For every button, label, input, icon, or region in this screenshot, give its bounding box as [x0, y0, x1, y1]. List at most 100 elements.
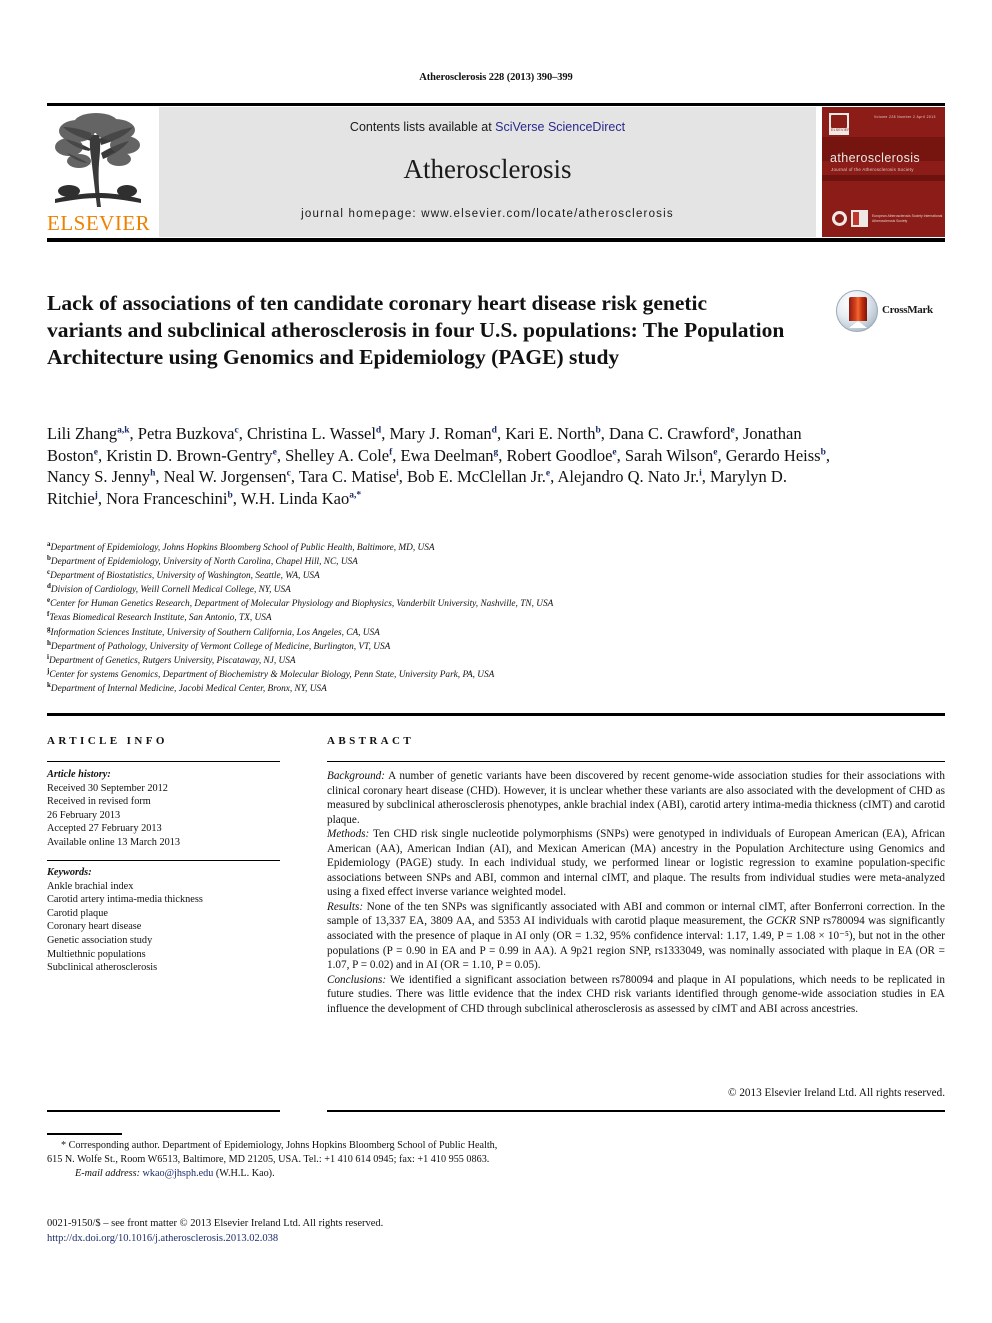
affiliation-text: Department of Biostatistics, University …: [50, 571, 320, 582]
affiliation-text: Department of Pathology, University of V…: [50, 641, 391, 652]
affiliation-list: aDepartment of Epidemiology, Johns Hopki…: [47, 540, 927, 696]
article-history-line: 26 February 2013: [47, 809, 121, 821]
keyword-item: Carotid artery intima-media thickness: [47, 894, 203, 906]
author-affiliation-marker: c: [286, 468, 291, 479]
cover-society-label: European Atherosclerosis Society Interna…: [872, 214, 943, 224]
article-info-rule: [47, 761, 280, 762]
abstract-paragraph-results: Results: None of the ten SNPs was signif…: [327, 900, 945, 973]
elsevier-logo: ELSEVIER: [47, 107, 150, 237]
author-affiliation-marker: b: [595, 425, 601, 436]
author-affiliation-marker: c: [234, 425, 239, 436]
corresponding-author-note: * Corresponding author. Department of Ep…: [47, 1139, 507, 1182]
author-name: Ewa Deelman: [400, 445, 494, 465]
author-name: Sarah Wilson: [624, 445, 714, 465]
author-name: Gerardo Heiss: [725, 445, 821, 465]
cover-volume-line: Volume 228 Number 2 April 2013: [874, 115, 936, 119]
crossmark-badge[interactable]: CrossMark: [836, 290, 933, 332]
author-affiliation-marker: e: [612, 447, 617, 458]
journal-title: Atherosclerosis: [403, 154, 572, 184]
affiliation-text: Department of Epidemiology, Johns Hopkin…: [50, 543, 435, 553]
affiliation-item: bDepartment of Epidemiology, University …: [47, 555, 927, 569]
article-history-line: Available online 13 March 2013: [47, 836, 181, 848]
author-affiliation-marker: e: [730, 425, 735, 436]
keyword-item: Multiethnic populations: [47, 948, 146, 960]
keywords-label: Keywords:: [47, 867, 92, 878]
author-name: Mary J. Roman: [389, 424, 492, 443]
affiliation-item: aDepartment of Epidemiology, Johns Hopki…: [47, 540, 927, 555]
keyword-items: Ankle brachial index Carotid artery intim…: [47, 880, 297, 975]
author-affiliation-marker: b: [227, 490, 233, 501]
author-affiliation-marker: d: [491, 425, 497, 436]
affiliation-item: fTexas Biomedical Research Institute, Sa…: [47, 611, 927, 625]
email-address-link[interactable]: wkao@jhsph.edu: [143, 1168, 214, 1179]
affiliation-text: Department of Internal Medicine, Jacobi …: [50, 683, 327, 694]
affiliation-item: jCenter for systems Genomics, Department…: [47, 667, 927, 682]
author-name: Lili Zhang: [47, 424, 118, 443]
affiliation-text: Center for Human Genetics Research, Depa…: [50, 599, 554, 610]
author-name: Petra Buzkova: [137, 424, 235, 443]
affiliation-item: kDepartment of Internal Medicine, Jacobi…: [47, 681, 927, 696]
keyword-item: Carotid plaque: [47, 907, 108, 919]
email-address-label: E-mail address:: [75, 1168, 140, 1180]
journal-cover-thumbnail: ELSEVIER Volume 228 Number 2 April 2013 …: [822, 107, 945, 237]
affiliation-text: Center for systems Genomics, Department …: [49, 669, 495, 680]
cover-journal-title: atherosclerosis: [830, 151, 921, 165]
author-affiliation-marker: e: [272, 447, 277, 458]
author-list: Lili Zhanga,k, Petra Buzkovac, Christina…: [47, 424, 830, 508]
abstract-paragraph-background: Background: A number of genetic variants…: [327, 769, 945, 827]
author-name: Dana C. Crawford: [609, 424, 731, 443]
affiliation-text: Information Sciences Institute, Universi…: [50, 627, 380, 638]
conclusions-text: We identified a significant association …: [327, 973, 945, 1015]
keyword-item: Genetic association study: [47, 934, 153, 946]
sciencedirect-link[interactable]: SciVerse ScienceDirect: [495, 120, 625, 134]
background-text: A number of genetic variants have been d…: [327, 770, 945, 826]
methods-text: Ten CHD risk single nucleotide polymorph…: [327, 828, 945, 899]
affiliation-item: gInformation Sciences Institute, Univers…: [47, 625, 927, 640]
author-name: Bob E. McClellan Jr.: [407, 467, 546, 487]
abstract-body: Background: A number of genetic variants…: [327, 769, 945, 1016]
keyword-item: Ankle brachial index: [47, 880, 134, 892]
background-label: Background:: [327, 770, 385, 782]
abstract-rule: [327, 761, 945, 762]
cover-society-badge-icon: [832, 211, 847, 226]
author-affiliation-marker: e: [545, 468, 551, 479]
affiliation-item: iDepartment of Genetics, Rutgers Univers…: [47, 653, 927, 668]
results-gene-name: GCKR: [766, 915, 796, 928]
elsevier-wordmark: ELSEVIER: [47, 211, 151, 235]
keywords-block: Keywords: Ankle brachial index Carotid ar…: [47, 866, 297, 975]
author-affiliation-marker: j: [94, 490, 98, 501]
article-info-header: ARTICLE INFO: [47, 735, 168, 747]
author-name: Kristin D. Brown-Gentry: [106, 445, 273, 465]
author-affiliation-marker: a,k: [117, 425, 130, 436]
author-name: Shelley A. Cole: [285, 445, 390, 465]
article-history-line: Received in revised form: [47, 796, 151, 808]
article-history-line: Accepted 27 February 2013: [47, 823, 162, 835]
elsevier-tree-icon: [49, 111, 147, 211]
keywords-rule: [47, 860, 280, 861]
affiliation-item: cDepartment of Biostatistics, University…: [47, 569, 927, 583]
crossmark-circle-icon: [836, 290, 878, 332]
affiliation-item: hDepartment of Pathology, University of …: [47, 639, 927, 654]
author-affiliation-marker: f: [389, 447, 393, 458]
crossmark-label: CrossMark: [882, 304, 933, 316]
affiliation-item: eCenter for Human Genetics Research, Dep…: [47, 597, 927, 611]
journal-homepage-link[interactable]: journal homepage: www.elsevier.com/locat…: [159, 208, 816, 220]
doi-link[interactable]: http://dx.doi.org/10.1016/j.atherosclero…: [47, 1232, 607, 1247]
article-history-lines: Received 30 September 2012 Received in re…: [47, 782, 287, 850]
author-name: Nancy S. Jenny: [47, 467, 151, 487]
keyword-item: Coronary heart disease: [47, 921, 142, 933]
abstract-paragraph-methods: Methods: Ten CHD risk single nucleotide …: [327, 827, 945, 900]
footer-rule-left: [47, 1110, 280, 1112]
author-affiliation-marker: i: [396, 468, 399, 479]
contents-available-line: Contents lists available at SciVerse Sci…: [159, 120, 816, 134]
author-name: Kari E. North: [505, 424, 596, 443]
affiliation-text: Texas Biomedical Research Institute, San…: [49, 613, 272, 624]
cover-elsevier-label: ELSEVIER: [831, 128, 851, 132]
footer-rule-right: [327, 1110, 945, 1112]
affiliation-text: Department of Genetics, Rutgers Universi…: [48, 655, 296, 666]
cover-band-lower: [822, 175, 945, 181]
author-name: Christina L. Wassel: [246, 424, 376, 443]
abstract-paragraph-conclusions: Conclusions: We identified a significant…: [327, 973, 945, 1017]
author-affiliation-marker: d: [375, 425, 382, 436]
cover-elsevier-tree-icon: [831, 115, 847, 128]
